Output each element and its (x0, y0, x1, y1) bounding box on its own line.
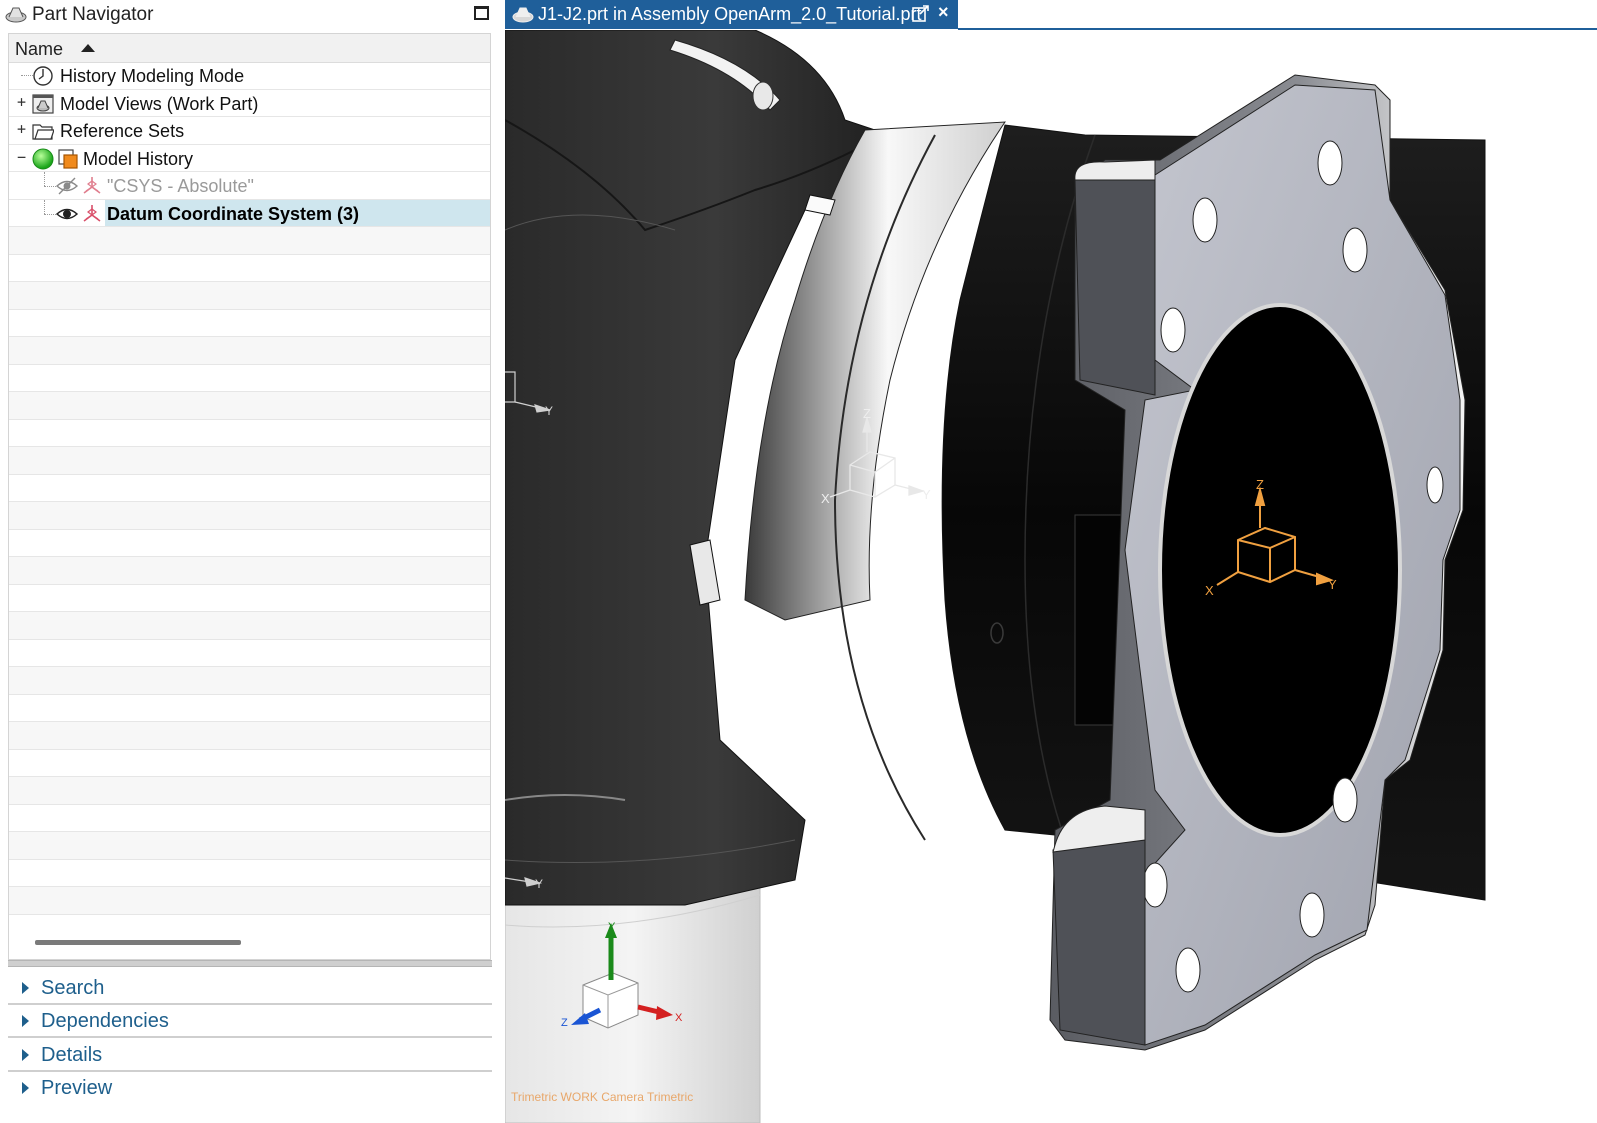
tree-column-header[interactable]: Name (9, 34, 490, 63)
white-x-label: X (821, 491, 830, 506)
empty-row (9, 585, 490, 612)
empty-row (9, 420, 490, 447)
horizontal-scrollbar[interactable] (35, 940, 241, 945)
eye-icon[interactable] (55, 203, 79, 225)
section-label: Search (41, 977, 105, 999)
expand-arrow-icon (22, 1082, 29, 1094)
empty-row (9, 365, 490, 392)
csys-icon (83, 177, 101, 194)
orange-x-label: X (1205, 583, 1214, 598)
tree-node-model-history[interactable]: − Model History (9, 145, 490, 172)
empty-row (9, 337, 490, 365)
empty-row (9, 887, 490, 915)
tree-node-label: Model History (83, 148, 194, 169)
tree-node-csys-absolute[interactable]: "CSYS - Absolute" (9, 172, 490, 200)
empty-row (9, 612, 490, 640)
orange-y-label: Y (1328, 577, 1337, 592)
tree-node-model-views[interactable]: + Model Views (Work Part) (9, 90, 490, 117)
empty-row (9, 392, 490, 420)
tree-node-label: History Modeling Mode (60, 66, 245, 86)
tree-node-label: Datum Coordinate System (3) (107, 203, 360, 224)
triad-y-label: Y (608, 921, 616, 933)
triad-x-label: X (675, 1012, 683, 1024)
empty-row (9, 282, 490, 310)
part-navigator-panel: Part Navigator Name History Modeling Mod… (0, 0, 500, 1123)
expand-icon[interactable]: + (16, 122, 27, 137)
tree-node-label: Reference Sets (60, 121, 185, 141)
orange-z-label: Z (1256, 477, 1264, 492)
clock-icon (33, 66, 53, 86)
document-tab-title: J1-J2.prt in Assembly OpenArm_2.0_Tutori… (538, 4, 922, 24)
expand-icon[interactable]: + (16, 94, 27, 109)
empty-row (9, 750, 490, 777)
navigator-title: Part Navigator (32, 4, 154, 25)
close-tab-icon[interactable]: × (938, 2, 949, 23)
empty-row (9, 227, 490, 255)
empty-row (9, 530, 490, 557)
empty-row (9, 832, 490, 860)
faint-y-label: Y (545, 404, 553, 418)
empty-row (9, 475, 490, 502)
empty-row (9, 667, 490, 695)
status-ok-icon (32, 148, 54, 169)
sort-ascending-icon (81, 44, 95, 52)
empty-row (9, 502, 490, 530)
section-dependencies[interactable]: Dependencies (8, 1005, 492, 1038)
tree-connector (44, 172, 45, 186)
faint-y-label-lower: Y (535, 877, 543, 891)
graphics-window[interactable]: J1-J2.prt in Assembly OpenArm_2.0_Tutori… (505, 0, 1597, 1123)
tree-node-label: Model Views (Work Part) (60, 93, 259, 114)
folder-icon (32, 124, 54, 140)
model-history-icon (58, 148, 78, 169)
section-label: Dependencies (41, 1010, 169, 1032)
maximize-button[interactable] (474, 6, 489, 20)
navigator-title-bar: Part Navigator (0, 0, 500, 30)
triad-z-label: Z (561, 1017, 568, 1029)
empty-row (9, 640, 490, 667)
collapse-icon[interactable]: − (16, 149, 27, 164)
section-details[interactable]: Details (8, 1039, 492, 1072)
white-z-label: Z (863, 406, 871, 421)
part-navigator-icon (5, 7, 27, 23)
expand-arrow-icon (22, 1015, 29, 1027)
section-label: Details (41, 1044, 103, 1066)
navigator-tree: Name History Modeling Mode + Model Views… (8, 33, 491, 960)
expand-arrow-icon (22, 1049, 29, 1061)
empty-row (9, 777, 490, 805)
part-file-icon (512, 7, 534, 23)
name-column-label: Name (15, 39, 64, 59)
section-search[interactable]: Search (8, 972, 492, 1005)
hidden-eye-icon[interactable] (55, 175, 79, 197)
empty-row (9, 805, 490, 832)
expand-arrow-icon (22, 982, 29, 994)
empty-row (9, 695, 490, 722)
empty-row (9, 557, 490, 585)
tree-node-history-modeling-mode[interactable]: History Modeling Mode (9, 62, 490, 90)
empty-row (9, 447, 490, 475)
empty-row (9, 310, 490, 337)
3d-model-viewport[interactable]: Y Y Z X Y Z X Y Y X Z (505, 30, 1597, 1123)
camera-label: Trimetric WORK Camera Trimetric (511, 1090, 694, 1104)
tree-node-label: "CSYS - Absolute" (107, 176, 254, 196)
popout-window-icon[interactable] (912, 5, 930, 23)
tree-connector (44, 199, 45, 214)
empty-row (9, 255, 490, 282)
section-label: Preview (41, 1077, 113, 1099)
csys-icon (83, 204, 101, 222)
tree-node-reference-sets[interactable]: + Reference Sets (9, 117, 490, 145)
document-tab[interactable]: J1-J2.prt in Assembly OpenArm_2.0_Tutori… (505, 0, 958, 29)
empty-row (9, 860, 490, 887)
empty-row (9, 722, 490, 750)
section-preview[interactable]: Preview (8, 1072, 492, 1105)
tree-node-datum-coordinate-system[interactable]: Datum Coordinate System (3) (9, 199, 490, 227)
white-y-label: Y (922, 487, 931, 502)
model-views-icon (32, 93, 54, 114)
panel-splitter[interactable] (8, 960, 492, 967)
